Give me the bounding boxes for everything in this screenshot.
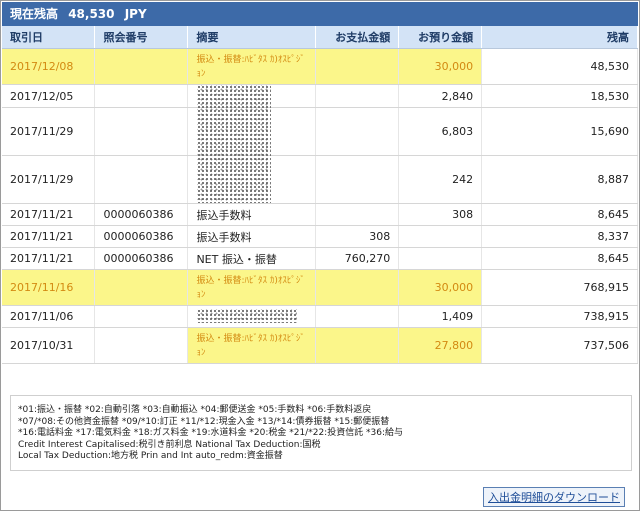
cell-payment bbox=[315, 84, 400, 108]
cell-balance: 15,690 bbox=[481, 107, 638, 156]
cell-payment bbox=[315, 269, 400, 306]
cell-payment bbox=[315, 155, 400, 204]
legend-line: *16:電話料金 *17:電気料金 *18:ガス料金 *19:水道料金 *20:… bbox=[18, 428, 404, 438]
cell-desc: 振込・振替:ﾊﾋﾞﾀｽ ｶ)ｵｽﾋﾟｼﾞｮﾝ bbox=[187, 327, 317, 364]
cell-deposit bbox=[398, 225, 483, 248]
cell-deposit: 242 bbox=[398, 155, 483, 204]
transaction-table: 取引日 照会番号 摘要 お支払金額 お預り金額 残高 2017/12/08 振込… bbox=[2, 26, 638, 364]
cell-ref bbox=[94, 269, 189, 306]
transaction-code-legend: *01:振込・振替 *02:自動引落 *03:自動振込 *04:郵便送金 *05… bbox=[10, 395, 632, 471]
col-header-desc: 摘要 bbox=[187, 26, 317, 49]
cell-payment bbox=[315, 48, 400, 85]
cell-deposit: 308 bbox=[398, 203, 483, 226]
legend-line: *07/*08:その他資金振替 *09/*10:訂正 *11/*12:現金入金 … bbox=[18, 416, 390, 427]
cell-desc: 振込・振替:ﾊﾋﾞﾀｽ ｶ)ｵｽﾋﾟｼﾞｮﾝ bbox=[187, 269, 317, 306]
cell-deposit: 30,000 bbox=[398, 269, 483, 306]
table-row: 2017/11/16 振込・振替:ﾊﾋﾞﾀｽ ｶ)ｵｽﾋﾟｼﾞｮﾝ 30,000… bbox=[2, 269, 638, 306]
cell-balance: 737,506 bbox=[481, 327, 638, 364]
table-row: 2017/11/06 1,409 738,915 bbox=[2, 305, 638, 328]
download-statement-link[interactable]: 入出金明細のダウンロード bbox=[483, 487, 625, 507]
cell-balance: 48,530 bbox=[481, 48, 638, 85]
balance-currency: JPY bbox=[124, 7, 147, 21]
col-header-balance: 残高 bbox=[481, 26, 638, 49]
cell-balance: 8,645 bbox=[481, 247, 638, 270]
cell-deposit: 6,803 bbox=[398, 107, 483, 156]
cell-ref: 0000060386 bbox=[94, 203, 189, 226]
cell-payment bbox=[315, 327, 400, 364]
legend-line: *01:振込・振替 *02:自動引落 *03:自動振込 *04:郵便送金 *05… bbox=[18, 405, 372, 415]
cell-payment: 760,270 bbox=[315, 247, 400, 270]
table-row: 2017/12/08 振込・振替:ﾊﾋﾞﾀｽ ｶ)ｵｽﾋﾟｼﾞｮﾝ 30,000… bbox=[2, 48, 638, 85]
legend-text: *01:振込・振替 *02:自動引落 *03:自動振込 *04:郵便送金 *05… bbox=[18, 405, 403, 463]
cell-date: 2017/10/31 bbox=[2, 327, 96, 364]
table-row: 2017/11/29 242 8,887 bbox=[2, 155, 638, 204]
cell-deposit: 27,800 bbox=[398, 327, 483, 364]
cell-ref bbox=[94, 327, 189, 364]
col-header-deposit: お預り金額 bbox=[398, 26, 483, 49]
cell-balance: 18,530 bbox=[481, 84, 638, 108]
legend-line: Credit Interest Capitalised:税引き前利息 Natio… bbox=[18, 439, 321, 450]
cell-ref bbox=[94, 48, 189, 85]
cell-ref bbox=[94, 305, 189, 328]
cell-desc: 振込手数料 bbox=[187, 225, 317, 248]
cell-balance: 8,337 bbox=[481, 225, 638, 248]
table-row: 2017/11/21 0000060386 NET 振込・振替 760,270 … bbox=[2, 247, 638, 270]
col-header-payment: お支払金額 bbox=[315, 26, 400, 49]
legend-line: Local Tax Deduction:地方税 Prin and Int aut… bbox=[18, 451, 283, 461]
cell-ref bbox=[94, 107, 189, 156]
cell-date: 2017/12/08 bbox=[2, 48, 96, 85]
cell-balance: 768,915 bbox=[481, 269, 638, 306]
redacted-mosaic bbox=[197, 309, 297, 323]
cell-date: 2017/11/21 bbox=[2, 203, 96, 226]
col-header-ref: 照会番号 bbox=[94, 26, 189, 49]
cell-desc: 振込手数料 bbox=[187, 203, 317, 226]
balance-amount: 48,530 bbox=[68, 7, 115, 21]
statement-panel: 現在残高 48,530 JPY 取引日 照会番号 摘要 お支払金額 お預り金額 … bbox=[0, 0, 640, 511]
table-row: 2017/12/05 2,840 18,530 bbox=[2, 84, 638, 108]
cell-deposit: 30,000 bbox=[398, 48, 483, 85]
cell-ref bbox=[94, 84, 189, 108]
cell-payment bbox=[315, 305, 400, 328]
table-header-row: 取引日 照会番号 摘要 お支払金額 お預り金額 残高 bbox=[2, 26, 638, 49]
cell-date: 2017/12/05 bbox=[2, 84, 96, 108]
cell-ref: 0000060386 bbox=[94, 225, 189, 248]
balance-label: 現在残高 bbox=[10, 7, 59, 21]
table-row: 2017/11/21 0000060386 振込手数料 308 8,645 bbox=[2, 203, 638, 226]
cell-desc: NET 振込・振替 bbox=[187, 247, 317, 270]
cell-date: 2017/11/29 bbox=[2, 155, 96, 204]
cell-date: 2017/11/06 bbox=[2, 305, 96, 328]
cell-ref bbox=[94, 155, 189, 204]
cell-desc: 振込・振替:ﾊﾋﾞﾀｽ ｶ)ｵｽﾋﾟｼﾞｮﾝ bbox=[187, 48, 317, 85]
cell-balance: 8,887 bbox=[481, 155, 638, 204]
table-row: 2017/11/21 0000060386 振込手数料 308 8,337 bbox=[2, 225, 638, 248]
cell-deposit bbox=[398, 247, 483, 270]
table-row: 2017/11/29 6,803 15,690 bbox=[2, 107, 638, 156]
cell-deposit: 2,840 bbox=[398, 84, 483, 108]
table-row: 2017/10/31 振込・振替:ﾊﾋﾞﾀｽ ｶ)ｵｽﾋﾟｼﾞｮﾝ 27,800… bbox=[2, 327, 638, 364]
cell-date: 2017/11/21 bbox=[2, 247, 96, 270]
cell-payment: 308 bbox=[315, 225, 400, 248]
cell-payment bbox=[315, 203, 400, 226]
cell-date: 2017/11/29 bbox=[2, 107, 96, 156]
cell-deposit: 1,409 bbox=[398, 305, 483, 328]
cell-ref: 0000060386 bbox=[94, 247, 189, 270]
cell-balance: 8,645 bbox=[481, 203, 638, 226]
cell-date: 2017/11/21 bbox=[2, 225, 96, 248]
current-balance-bar: 現在残高 48,530 JPY bbox=[2, 2, 638, 26]
redacted-mosaic bbox=[197, 85, 271, 203]
cell-date: 2017/11/16 bbox=[2, 269, 96, 306]
cell-payment bbox=[315, 107, 400, 156]
col-header-date: 取引日 bbox=[2, 26, 96, 49]
cell-balance: 738,915 bbox=[481, 305, 638, 328]
